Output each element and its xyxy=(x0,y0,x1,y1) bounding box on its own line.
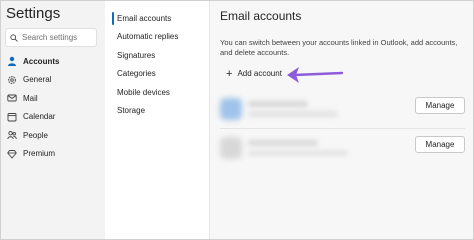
email-accounts-panel: Email accounts You can switch between yo… xyxy=(210,1,473,239)
manage-button[interactable]: Manage xyxy=(415,97,465,114)
search-icon xyxy=(10,33,18,42)
account-email-redacted xyxy=(248,111,338,117)
nav-item-label: Calendar xyxy=(23,112,56,122)
avatar xyxy=(220,137,242,159)
calendar-icon xyxy=(6,111,17,122)
page-title: Email accounts xyxy=(220,9,302,23)
nav-item-people[interactable]: People xyxy=(1,126,105,145)
subnav-automatic-replies[interactable]: Automatic replies xyxy=(112,28,178,47)
settings-sidebar: Settings Accounts General xyxy=(1,1,105,239)
person-icon xyxy=(6,56,17,67)
add-account-button[interactable]: + Add account xyxy=(226,67,282,80)
avatar xyxy=(220,98,242,120)
search-input[interactable] xyxy=(22,33,92,42)
settings-window: Settings Accounts General xyxy=(0,0,474,240)
subnav-categories[interactable]: Categories xyxy=(112,65,178,84)
nav-item-label: Mail xyxy=(23,93,38,103)
nav-item-label: Accounts xyxy=(23,56,60,66)
accounts-subnav: Email accounts Automatic replies Signatu… xyxy=(112,9,178,120)
account-row: Manage xyxy=(220,95,465,125)
account-name-redacted xyxy=(248,140,318,146)
nav-item-premium[interactable]: Premium xyxy=(1,145,105,164)
account-row: Manage xyxy=(220,134,465,164)
nav-item-accounts[interactable]: Accounts xyxy=(1,52,105,71)
settings-nav: Accounts General Mail Calendar People Pr… xyxy=(1,52,105,163)
people-icon xyxy=(6,130,17,141)
nav-item-calendar[interactable]: Calendar xyxy=(1,108,105,127)
nav-item-label: Premium xyxy=(23,149,56,159)
subnav-signatures[interactable]: Signatures xyxy=(112,46,178,65)
search-box[interactable] xyxy=(5,28,97,47)
nav-item-label: General xyxy=(23,75,52,85)
subnav-storage[interactable]: Storage xyxy=(112,102,178,121)
add-account-label: Add account xyxy=(237,69,282,78)
plus-icon: + xyxy=(226,67,233,80)
divider xyxy=(220,128,465,129)
accounts-description: You can switch between your accounts lin… xyxy=(220,38,458,57)
account-email-redacted xyxy=(248,150,348,156)
mail-icon xyxy=(6,93,17,104)
annotation-arrow-icon xyxy=(287,67,344,83)
subnav-email-accounts[interactable]: Email accounts xyxy=(112,9,178,28)
gear-icon xyxy=(6,74,17,85)
subnav-mobile-devices[interactable]: Mobile devices xyxy=(112,83,178,102)
nav-item-label: People xyxy=(23,130,48,140)
accounts-subnav-pane: Email accounts Automatic replies Signatu… xyxy=(105,1,210,239)
manage-button[interactable]: Manage xyxy=(415,136,465,153)
account-name-redacted xyxy=(248,101,308,107)
settings-title: Settings xyxy=(6,5,61,22)
nav-item-mail[interactable]: Mail xyxy=(1,89,105,108)
diamond-icon xyxy=(6,148,17,159)
nav-item-general[interactable]: General xyxy=(1,71,105,90)
